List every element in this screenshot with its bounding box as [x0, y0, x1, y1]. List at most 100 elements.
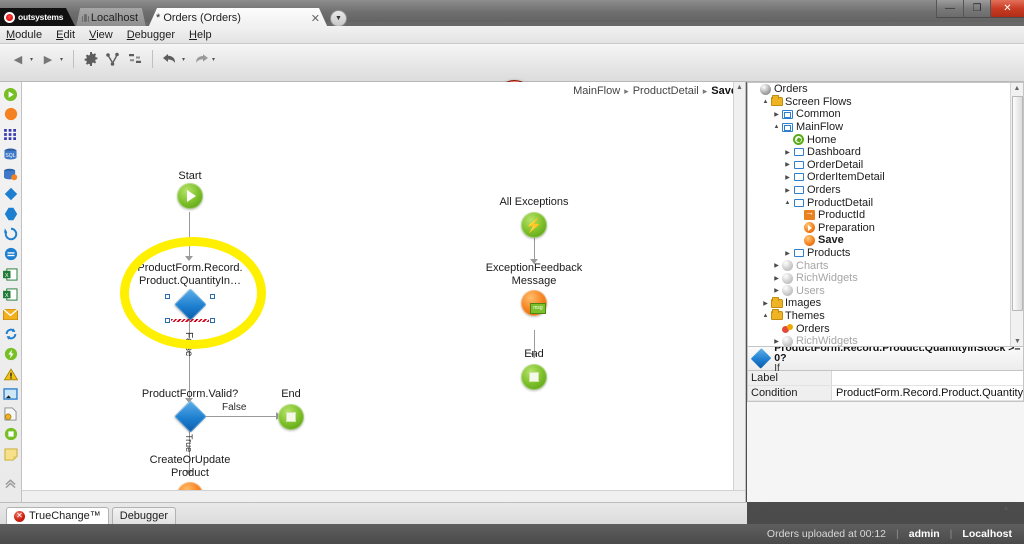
- tree-vertical-scrollbar[interactable]: ▲ ▼: [1010, 83, 1023, 346]
- tree-scroll-up-icon[interactable]: ▲: [1011, 83, 1023, 95]
- tab-truechange[interactable]: ✕ TrueChange™: [6, 507, 109, 524]
- property-value-label[interactable]: [832, 371, 1023, 385]
- aggregate-tool-icon[interactable]: [2, 125, 20, 143]
- tree-twisty-icon[interactable]: ▶: [783, 174, 792, 181]
- tree-twisty-icon[interactable]: ▲: [783, 200, 792, 206]
- start-tool-icon[interactable]: [2, 85, 20, 103]
- tree-item-images[interactable]: ▶ Images: [748, 296, 1023, 310]
- tree-item-users[interactable]: ▶ Users: [748, 285, 1023, 298]
- tree-scroll-down-icon[interactable]: ▼: [1011, 336, 1023, 346]
- selection-handle-tr[interactable]: [210, 294, 215, 299]
- destination-tool-icon[interactable]: [2, 385, 20, 403]
- collapse-dock-icon[interactable]: ▲: [1002, 503, 1010, 512]
- assign-tool-icon[interactable]: [2, 245, 20, 263]
- node-start[interactable]: Start: [162, 170, 218, 209]
- back-icon[interactable]: ◀: [8, 48, 28, 70]
- refresh-query-tool-icon[interactable]: [2, 325, 20, 343]
- tree-twisty-icon[interactable]: ▶: [783, 161, 792, 168]
- forward-icon[interactable]: ▶: [38, 48, 58, 70]
- tree-item-richwidgets[interactable]: ▶ RichWidgets: [748, 272, 1023, 285]
- breadcrumb-item-0[interactable]: MainFlow: [573, 85, 620, 97]
- exception-handler-tool-icon[interactable]: [2, 365, 20, 383]
- tree-item-screen-flows[interactable]: ▲ Screen Flows: [748, 95, 1023, 109]
- tree-twisty-icon[interactable]: ▲: [761, 99, 770, 105]
- raise-exception-tool-icon[interactable]: [2, 345, 20, 363]
- node-if-quantity[interactable]: ProductForm.Record. Product.QuantityIn…: [137, 262, 243, 321]
- tree-scroll-thumb[interactable]: [1012, 96, 1023, 311]
- selection-handle-tl[interactable]: [165, 294, 170, 299]
- back-dropdown-icon[interactable]: ▾: [30, 56, 33, 63]
- node-exception-feedback-message[interactable]: ExceptionFeedback Message msg: [479, 262, 589, 316]
- property-value-condition[interactable]: ProductForm.Record.Product.QuantityIn… ▼: [832, 386, 1023, 400]
- undo-icon[interactable]: [160, 48, 180, 70]
- tree-item-common[interactable]: ▶ Common: [748, 108, 1023, 121]
- tree-item-dashboard[interactable]: ▶ Dashboard: [748, 146, 1023, 159]
- forward-dropdown-icon[interactable]: ▾: [60, 56, 63, 63]
- tree-item-productid[interactable]: ProductId: [748, 207, 1023, 222]
- tree-item-products[interactable]: ▶ Products: [748, 247, 1023, 260]
- tree-item-orderdetail[interactable]: ▶ OrderDetail: [748, 159, 1023, 172]
- tree-twisty-icon[interactable]: ▲: [772, 124, 781, 130]
- tree-item-richwidgets[interactable]: ▶ RichWidgets: [748, 335, 1023, 346]
- node-end-false[interactable]: End: [269, 388, 313, 430]
- tree-twisty-icon[interactable]: ▶: [772, 111, 781, 118]
- tree-item-mainflow[interactable]: ▲ MainFlow: [748, 121, 1023, 134]
- tree-twisty-icon[interactable]: ▶: [783, 187, 792, 194]
- database-tool-icon[interactable]: [2, 165, 20, 183]
- selection-handle-bl[interactable]: [165, 318, 170, 323]
- node-all-exceptions[interactable]: All Exceptions ⚡: [488, 196, 580, 238]
- tree-twisty-icon[interactable]: ▶: [772, 338, 781, 345]
- tree-twisty-icon[interactable]: ▶: [783, 250, 792, 257]
- tree-item-themes[interactable]: ▲ Themes: [748, 309, 1023, 323]
- menu-item-module[interactable]: MModuleodule: [6, 29, 42, 41]
- send-email-tool-icon[interactable]: [2, 305, 20, 323]
- redo-icon[interactable]: [190, 48, 210, 70]
- sql-tool-icon[interactable]: SQL: [2, 145, 20, 163]
- ajax-refresh-tool-icon[interactable]: [2, 405, 20, 423]
- tree-item-charts[interactable]: ▶ Charts: [748, 259, 1023, 272]
- tree-twisty-icon[interactable]: ▶: [772, 287, 781, 294]
- tree-twisty-icon[interactable]: ▶: [772, 262, 781, 269]
- tree-twisty-icon[interactable]: ▶: [772, 275, 781, 282]
- tab-debugger[interactable]: Debugger: [111, 507, 177, 524]
- node-end-exception[interactable]: End: [512, 348, 556, 390]
- tree-item-save[interactable]: Save: [748, 234, 1023, 247]
- tab-localhost[interactable]: Localhost: [76, 8, 146, 27]
- tree-item-productdetail[interactable]: ▲ ProductDetail: [748, 196, 1023, 209]
- for-each-tool-icon[interactable]: [2, 225, 20, 243]
- tree-twisty-icon[interactable]: ▶: [761, 300, 770, 307]
- canvas-scroll-up-icon[interactable]: ▲: [734, 82, 745, 94]
- comment-tool-icon[interactable]: [2, 445, 20, 463]
- menu-item-help[interactable]: Help: [189, 29, 212, 41]
- tree-item-orderitemdetail[interactable]: ▶ OrderItemDetail: [748, 171, 1023, 184]
- excel-import-tool-icon[interactable]: X: [2, 265, 20, 283]
- switch-tool-icon[interactable]: [2, 205, 20, 223]
- end-tool-icon[interactable]: [2, 425, 20, 443]
- tree-twisty-icon[interactable]: ▲: [761, 313, 770, 319]
- tree-item-home[interactable]: Home: [748, 133, 1023, 146]
- undo-dropdown-icon[interactable]: ▾: [182, 56, 185, 63]
- gear-icon[interactable]: [81, 48, 101, 70]
- if-tool-icon[interactable]: [2, 185, 20, 203]
- tree-item-orders[interactable]: Orders: [748, 83, 1023, 96]
- dependencies-icon[interactable]: [125, 48, 145, 70]
- element-tree[interactable]: Orders ▲ Screen Flows ▶ Common ▲ MainFlow Home ▶…: [747, 82, 1024, 347]
- tree-twisty-icon[interactable]: ▶: [783, 149, 792, 156]
- property-row-label[interactable]: Label: [748, 371, 1023, 386]
- property-row-condition[interactable]: Condition ProductForm.Record.Product.Qua…: [748, 386, 1023, 401]
- action-tool-icon[interactable]: [2, 105, 20, 123]
- tab-orders[interactable]: * Orders (Orders) ✕: [148, 8, 328, 28]
- publish-icon[interactable]: [103, 48, 123, 70]
- breadcrumb-item-1[interactable]: ProductDetail: [633, 85, 699, 97]
- collapse-rail-icon[interactable]: [2, 474, 20, 492]
- excel-export-tool-icon[interactable]: X: [2, 285, 20, 303]
- tree-item-orders[interactable]: ▶ Orders: [748, 184, 1023, 197]
- tree-item-orders[interactable]: Orders: [748, 322, 1023, 335]
- menu-item-edit[interactable]: Edit: [56, 29, 75, 41]
- tab-list-dropdown-icon[interactable]: ▼: [330, 10, 347, 27]
- flow-canvas[interactable]: MainFlow ▸ ProductDetail ▸ Save False Fa…: [22, 82, 746, 502]
- canvas-vertical-scrollbar[interactable]: ▲ ▼: [733, 82, 745, 502]
- canvas-horizontal-scrollbar[interactable]: [22, 490, 745, 502]
- menu-item-view[interactable]: View: [89, 29, 113, 41]
- selection-handle-br[interactable]: [210, 318, 215, 323]
